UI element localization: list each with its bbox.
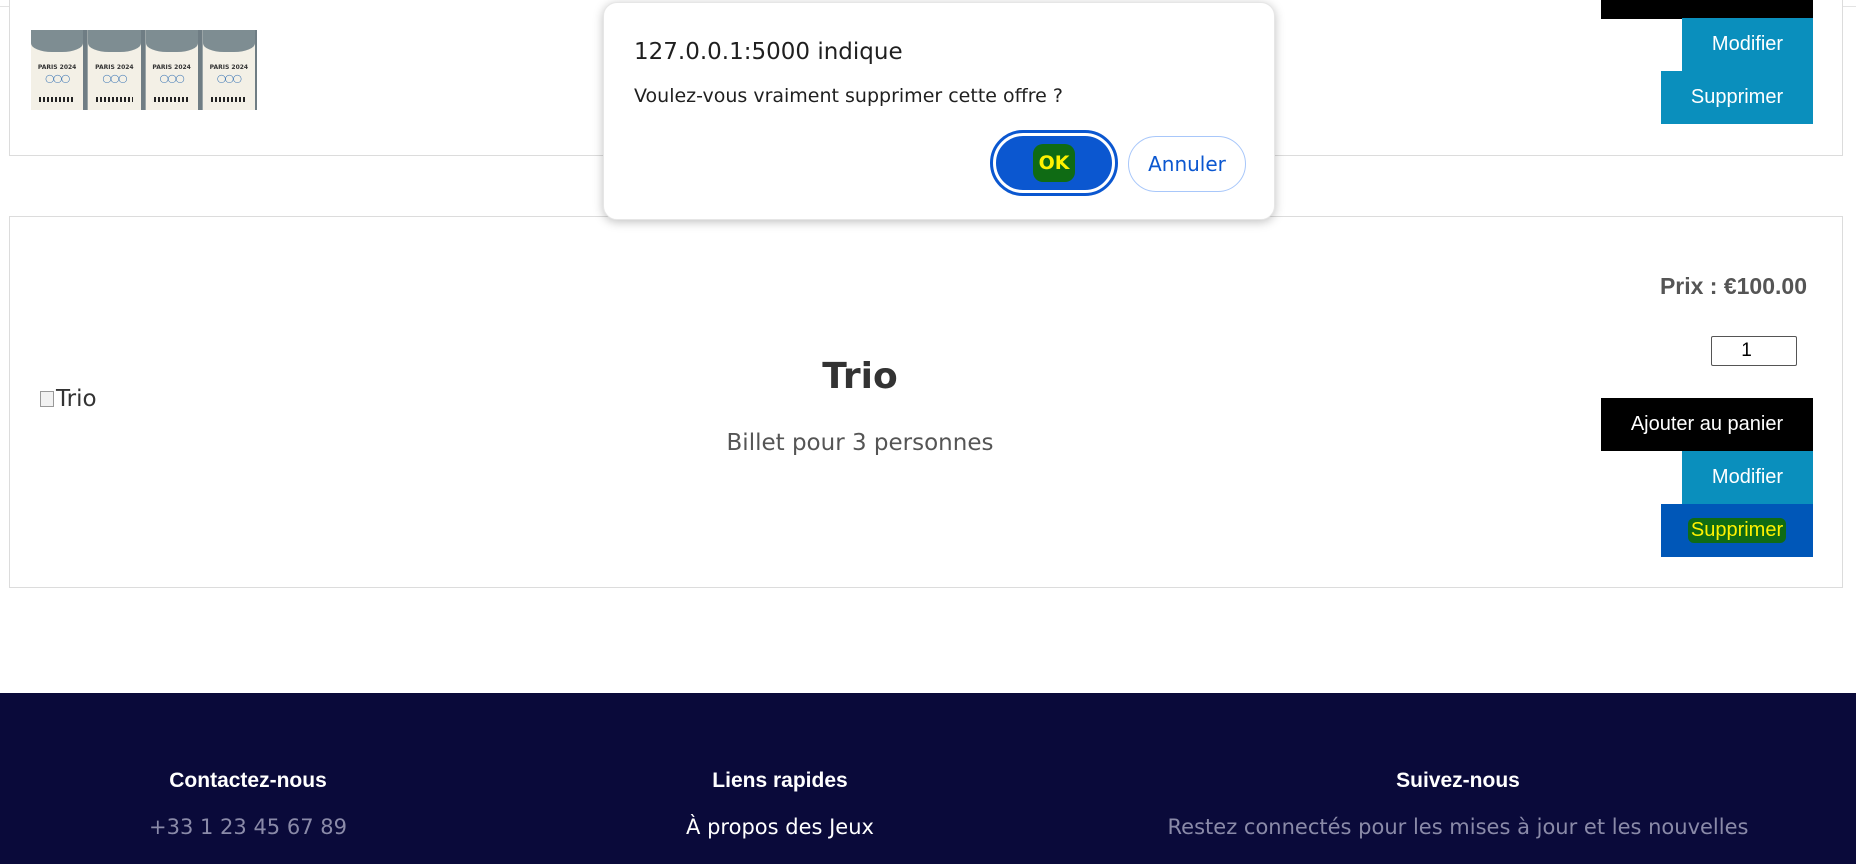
quantity-input[interactable] (1711, 336, 1797, 366)
edit-offer-button[interactable]: Modifier (1682, 18, 1813, 71)
footer-social-text: Restez connectés pour les mises à jour e… (1167, 815, 1749, 839)
delete-offer-button[interactable]: Supprimer (1661, 71, 1813, 124)
footer-heading: Suivez-nous (1396, 769, 1520, 792)
offer-title: Trio (822, 356, 898, 397)
footer-social: Suivez-nous Restez connectés pour les mi… (1158, 769, 1758, 839)
footer-heading: Liens rapides (712, 769, 848, 792)
ticket-graphic: PARIS 2024 ◯◯◯ (144, 30, 198, 110)
dialog-message: Voulez-vous vraiment supprimer cette off… (634, 85, 1063, 107)
footer-phone: +33 1 23 45 67 89 (149, 815, 347, 839)
dialog-title: 127.0.0.1:5000 indique (634, 39, 903, 65)
delete-offer-label: Supprimer (1687, 518, 1787, 543)
ok-button[interactable]: OK (990, 130, 1118, 196)
offer-card: Prix : €100.00 (9, 216, 1843, 588)
offer-image: PARIS 2024 ◯◯◯ PARIS 2024 ◯◯◯ PARIS 2024 ◯◯… (31, 30, 257, 110)
offer-description: Billet pour 3 personnes (726, 430, 994, 456)
ticket-graphic: PARIS 2024 ◯◯◯ (201, 30, 255, 110)
footer: Contactez-nous +33 1 23 45 67 89 Liens r… (0, 693, 1856, 864)
cancel-button[interactable]: Annuler (1128, 136, 1246, 192)
add-to-cart-button[interactable]: Ajouter au panier (1601, 398, 1813, 451)
footer-links: Liens rapides À propos des Jeux (630, 769, 930, 839)
offer-price: Prix : €100.00 (1659, 273, 1807, 299)
confirm-dialog: 127.0.0.1:5000 indique Voulez-vous vraim… (603, 2, 1275, 220)
footer-heading: Contactez-nous (169, 769, 327, 792)
footer-link-about[interactable]: À propos des Jeux (630, 815, 930, 839)
ok-label: OK (1032, 144, 1076, 182)
edit-offer-button[interactable]: Modifier (1682, 451, 1813, 504)
delete-offer-button[interactable]: Supprimer (1661, 504, 1813, 557)
footer-contact: Contactez-nous +33 1 23 45 67 89 (98, 769, 398, 839)
ticket-graphic: PARIS 2024 ◯◯◯ (87, 30, 141, 110)
add-to-cart-button[interactable] (1601, 0, 1813, 19)
ticket-graphic: PARIS 2024 ◯◯◯ (31, 30, 84, 110)
